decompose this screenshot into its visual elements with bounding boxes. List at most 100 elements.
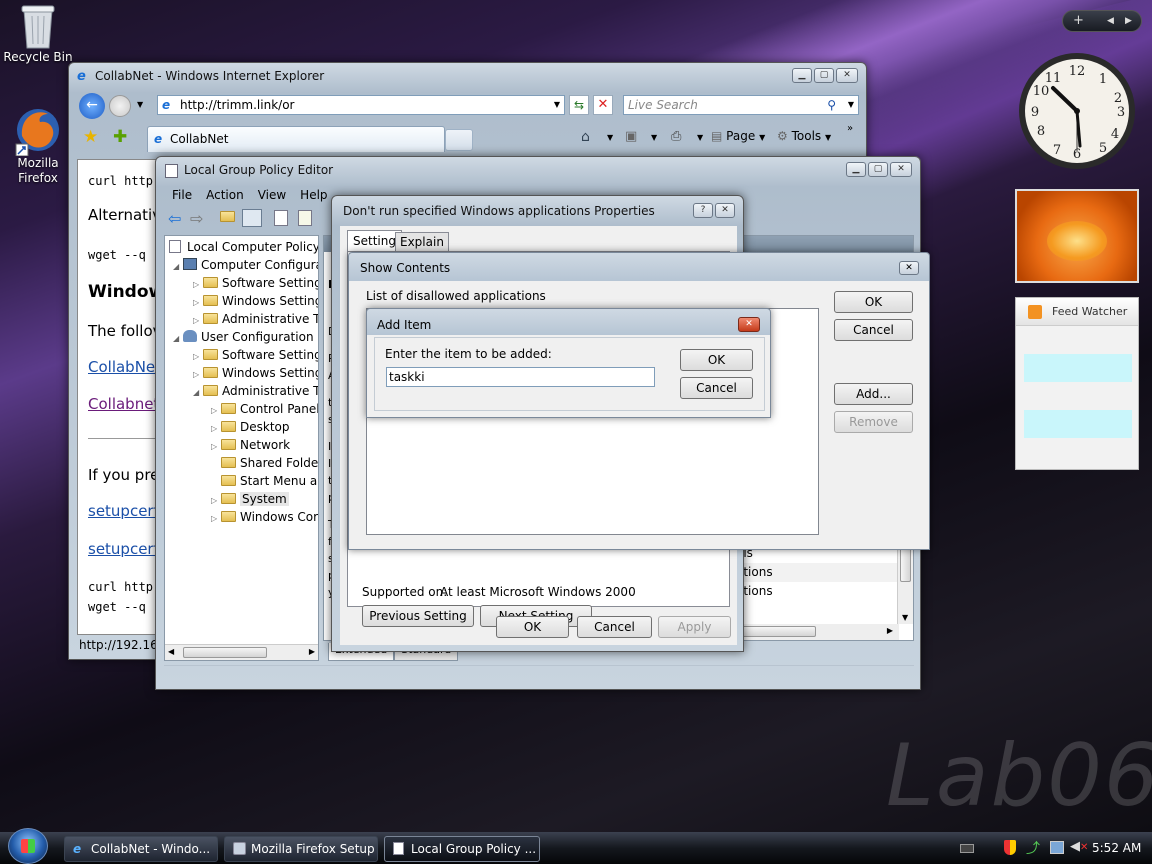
address-bar[interactable]: e http://trimm.link/or ▼	[157, 95, 565, 115]
collabnet-link[interactable]: CollabNet	[88, 358, 161, 376]
scroll-thumb[interactable]	[900, 548, 911, 582]
feeds-dropdown-icon[interactable]: ▼	[651, 133, 657, 142]
clock-gadget[interactable]: 12123 4567 891011	[1015, 50, 1139, 172]
add-gadget-icon[interactable]: +	[1073, 11, 1084, 31]
tree-item-control-panel[interactable]: ▷ Control Panel	[165, 400, 318, 418]
tree-item-local-computer-policy[interactable]: Local Computer Policy	[165, 238, 318, 256]
feed-item[interactable]	[1024, 354, 1132, 382]
minimize-icon[interactable]: ▁	[792, 68, 812, 83]
keyboard-icon[interactable]	[960, 844, 974, 853]
previous-setting-button[interactable]: Previous Setting	[362, 605, 474, 627]
tree-item-windows-settings[interactable]: ▷ Windows Setting	[165, 292, 318, 310]
add-button[interactable]: Add...	[834, 383, 913, 405]
search-icon[interactable]: ⚲	[827, 96, 836, 114]
minimize-icon[interactable]: ▁	[846, 162, 866, 177]
home-dropdown-icon[interactable]: ▼	[607, 133, 613, 142]
cancel-button[interactable]: Cancel	[577, 616, 652, 638]
scroll-down-icon[interactable]: ▼	[902, 613, 908, 622]
up-folder-icon[interactable]	[220, 211, 235, 222]
firefox-shortcut[interactable]: Mozilla Firefox	[1, 106, 75, 186]
search-dropdown-icon[interactable]: ▼	[848, 96, 854, 114]
menu-file[interactable]: File	[172, 185, 192, 205]
volume-muted-icon[interactable]: ◀✕	[1070, 839, 1088, 854]
tab-explain[interactable]: Explain	[395, 232, 449, 252]
tab-collabnet[interactable]: e CollabNet	[147, 126, 445, 152]
export-icon[interactable]	[298, 210, 312, 226]
feed-item[interactable]	[1024, 410, 1132, 438]
scroll-left-icon[interactable]: ◀	[168, 647, 174, 656]
tree-item-network[interactable]: ▷ Network	[165, 436, 318, 454]
scroll-right-icon[interactable]: ▶	[887, 626, 893, 635]
tree-item-software-settings[interactable]: ▷ Software Settings	[165, 274, 318, 292]
ie-caption-buttons[interactable]: ▁ ▢ ✕	[792, 68, 858, 83]
network-icon[interactable]	[1050, 841, 1064, 854]
menu-help[interactable]: Help	[300, 185, 327, 205]
feeds-icon[interactable]: ▣	[625, 129, 637, 144]
properties-icon[interactable]	[274, 210, 288, 226]
tools-menu[interactable]: ⚙ Tools ▼	[777, 129, 831, 143]
arrow-tray-icon[interactable]: ⤴	[1026, 838, 1040, 858]
gpe-caption-buttons[interactable]: ▁ ▢ ✕	[846, 162, 912, 177]
security-shield-icon[interactable]	[1004, 840, 1016, 855]
recycle-bin-shortcut[interactable]: Recycle Bin	[1, 2, 75, 64]
scroll-thumb[interactable]	[183, 647, 267, 658]
menu-action[interactable]: Action	[206, 185, 244, 205]
scroll-right-icon[interactable]: ▶	[309, 647, 315, 656]
setupcert-link[interactable]: setupcert.	[88, 502, 164, 520]
refresh-button[interactable]: ⇆	[569, 95, 589, 115]
home-icon[interactable]: ⌂	[581, 129, 590, 145]
tree-item-shared-folders[interactable]: Shared Folder	[165, 454, 318, 472]
close-icon[interactable]: ✕	[890, 162, 912, 177]
collabnet-visited-link[interactable]: Collabnet	[88, 395, 159, 413]
tree-item-windows-components[interactable]: ▷ Windows Cor	[165, 508, 318, 526]
new-tab-button[interactable]	[445, 129, 473, 151]
apply-button[interactable]: Apply	[658, 616, 731, 638]
slideshow-gadget[interactable]	[1015, 189, 1139, 283]
tree-item-admin-templates[interactable]: ▷ Administrative Te	[165, 310, 318, 328]
tree-item-admin-templates[interactable]: ◢ Administrative Te	[165, 382, 318, 400]
taskbar-item-ie[interactable]: e CollabNet - Windo...	[64, 836, 218, 862]
expand-arrow-icon[interactable]: ▷	[211, 510, 221, 528]
tree-hscrollbar[interactable]: ◀ ▶	[165, 644, 318, 660]
page-menu[interactable]: ▤ Page ▼	[711, 129, 765, 143]
stop-button[interactable]: ✕	[593, 95, 613, 115]
close-icon[interactable]: ✕	[738, 317, 760, 332]
tree-item-software-settings[interactable]: ▷ Software Settings	[165, 346, 318, 364]
add-item-dialog[interactable]: Add Item ✕ Enter the item to be added: t…	[366, 308, 771, 418]
item-input[interactable]: taskki	[386, 367, 655, 387]
scroll-thumb[interactable]	[732, 626, 816, 637]
clock-text[interactable]: 5:52 AM	[1092, 841, 1141, 855]
menu-view[interactable]: View	[258, 185, 286, 205]
history-dropdown-icon[interactable]: ▼	[137, 100, 143, 109]
start-button[interactable]	[8, 828, 48, 864]
taskbar-item-gpe[interactable]: Local Group Policy ...	[384, 836, 540, 862]
close-icon[interactable]: ✕	[899, 261, 919, 275]
tree-item-windows-settings[interactable]: ▷ Windows Setting	[165, 364, 318, 382]
tab-setting[interactable]: Setting	[347, 230, 402, 252]
favorites-star-icon[interactable]: ★	[83, 127, 98, 147]
list-row[interactable]: ations	[734, 563, 900, 582]
cancel-button[interactable]: Cancel	[834, 319, 913, 341]
chevron-more-icon[interactable]: »	[847, 123, 853, 134]
address-dropdown-icon[interactable]: ▼	[554, 96, 560, 114]
print-dropdown-icon[interactable]: ▼	[697, 133, 703, 142]
remove-button[interactable]: Remove	[834, 411, 913, 433]
tree-item-system[interactable]: ▷ System	[165, 490, 318, 508]
close-icon[interactable]: ✕	[715, 203, 735, 218]
gpe-tree-pane[interactable]: Local Computer Policy ◢ Computer Configur…	[164, 235, 319, 661]
right-hscrollbar[interactable]: ▶	[724, 624, 899, 640]
policy-tree[interactable]: Local Computer Policy ◢ Computer Configur…	[165, 236, 318, 526]
forward-button[interactable]	[109, 95, 131, 117]
add-favorites-icon[interactable]: ✚	[113, 127, 127, 147]
forward-icon[interactable]: ⇨	[190, 209, 203, 228]
prev-icon[interactable]: ◀	[1107, 11, 1114, 31]
tree-item-desktop[interactable]: ▷ Desktop	[165, 418, 318, 436]
back-icon[interactable]: ⇦	[168, 209, 181, 228]
maximize-icon[interactable]: ▢	[814, 68, 834, 83]
feed-watcher-gadget[interactable]: Feed Watcher	[1015, 297, 1139, 470]
show-hide-tree-icon[interactable]	[242, 209, 262, 227]
ok-button[interactable]: OK	[496, 616, 569, 638]
taskbar-item-firefox-setup[interactable]: Mozilla Firefox Setup	[224, 836, 378, 862]
properties-caption-buttons[interactable]: ? ✕	[693, 203, 735, 218]
print-icon[interactable]: ⎙	[671, 129, 681, 144]
